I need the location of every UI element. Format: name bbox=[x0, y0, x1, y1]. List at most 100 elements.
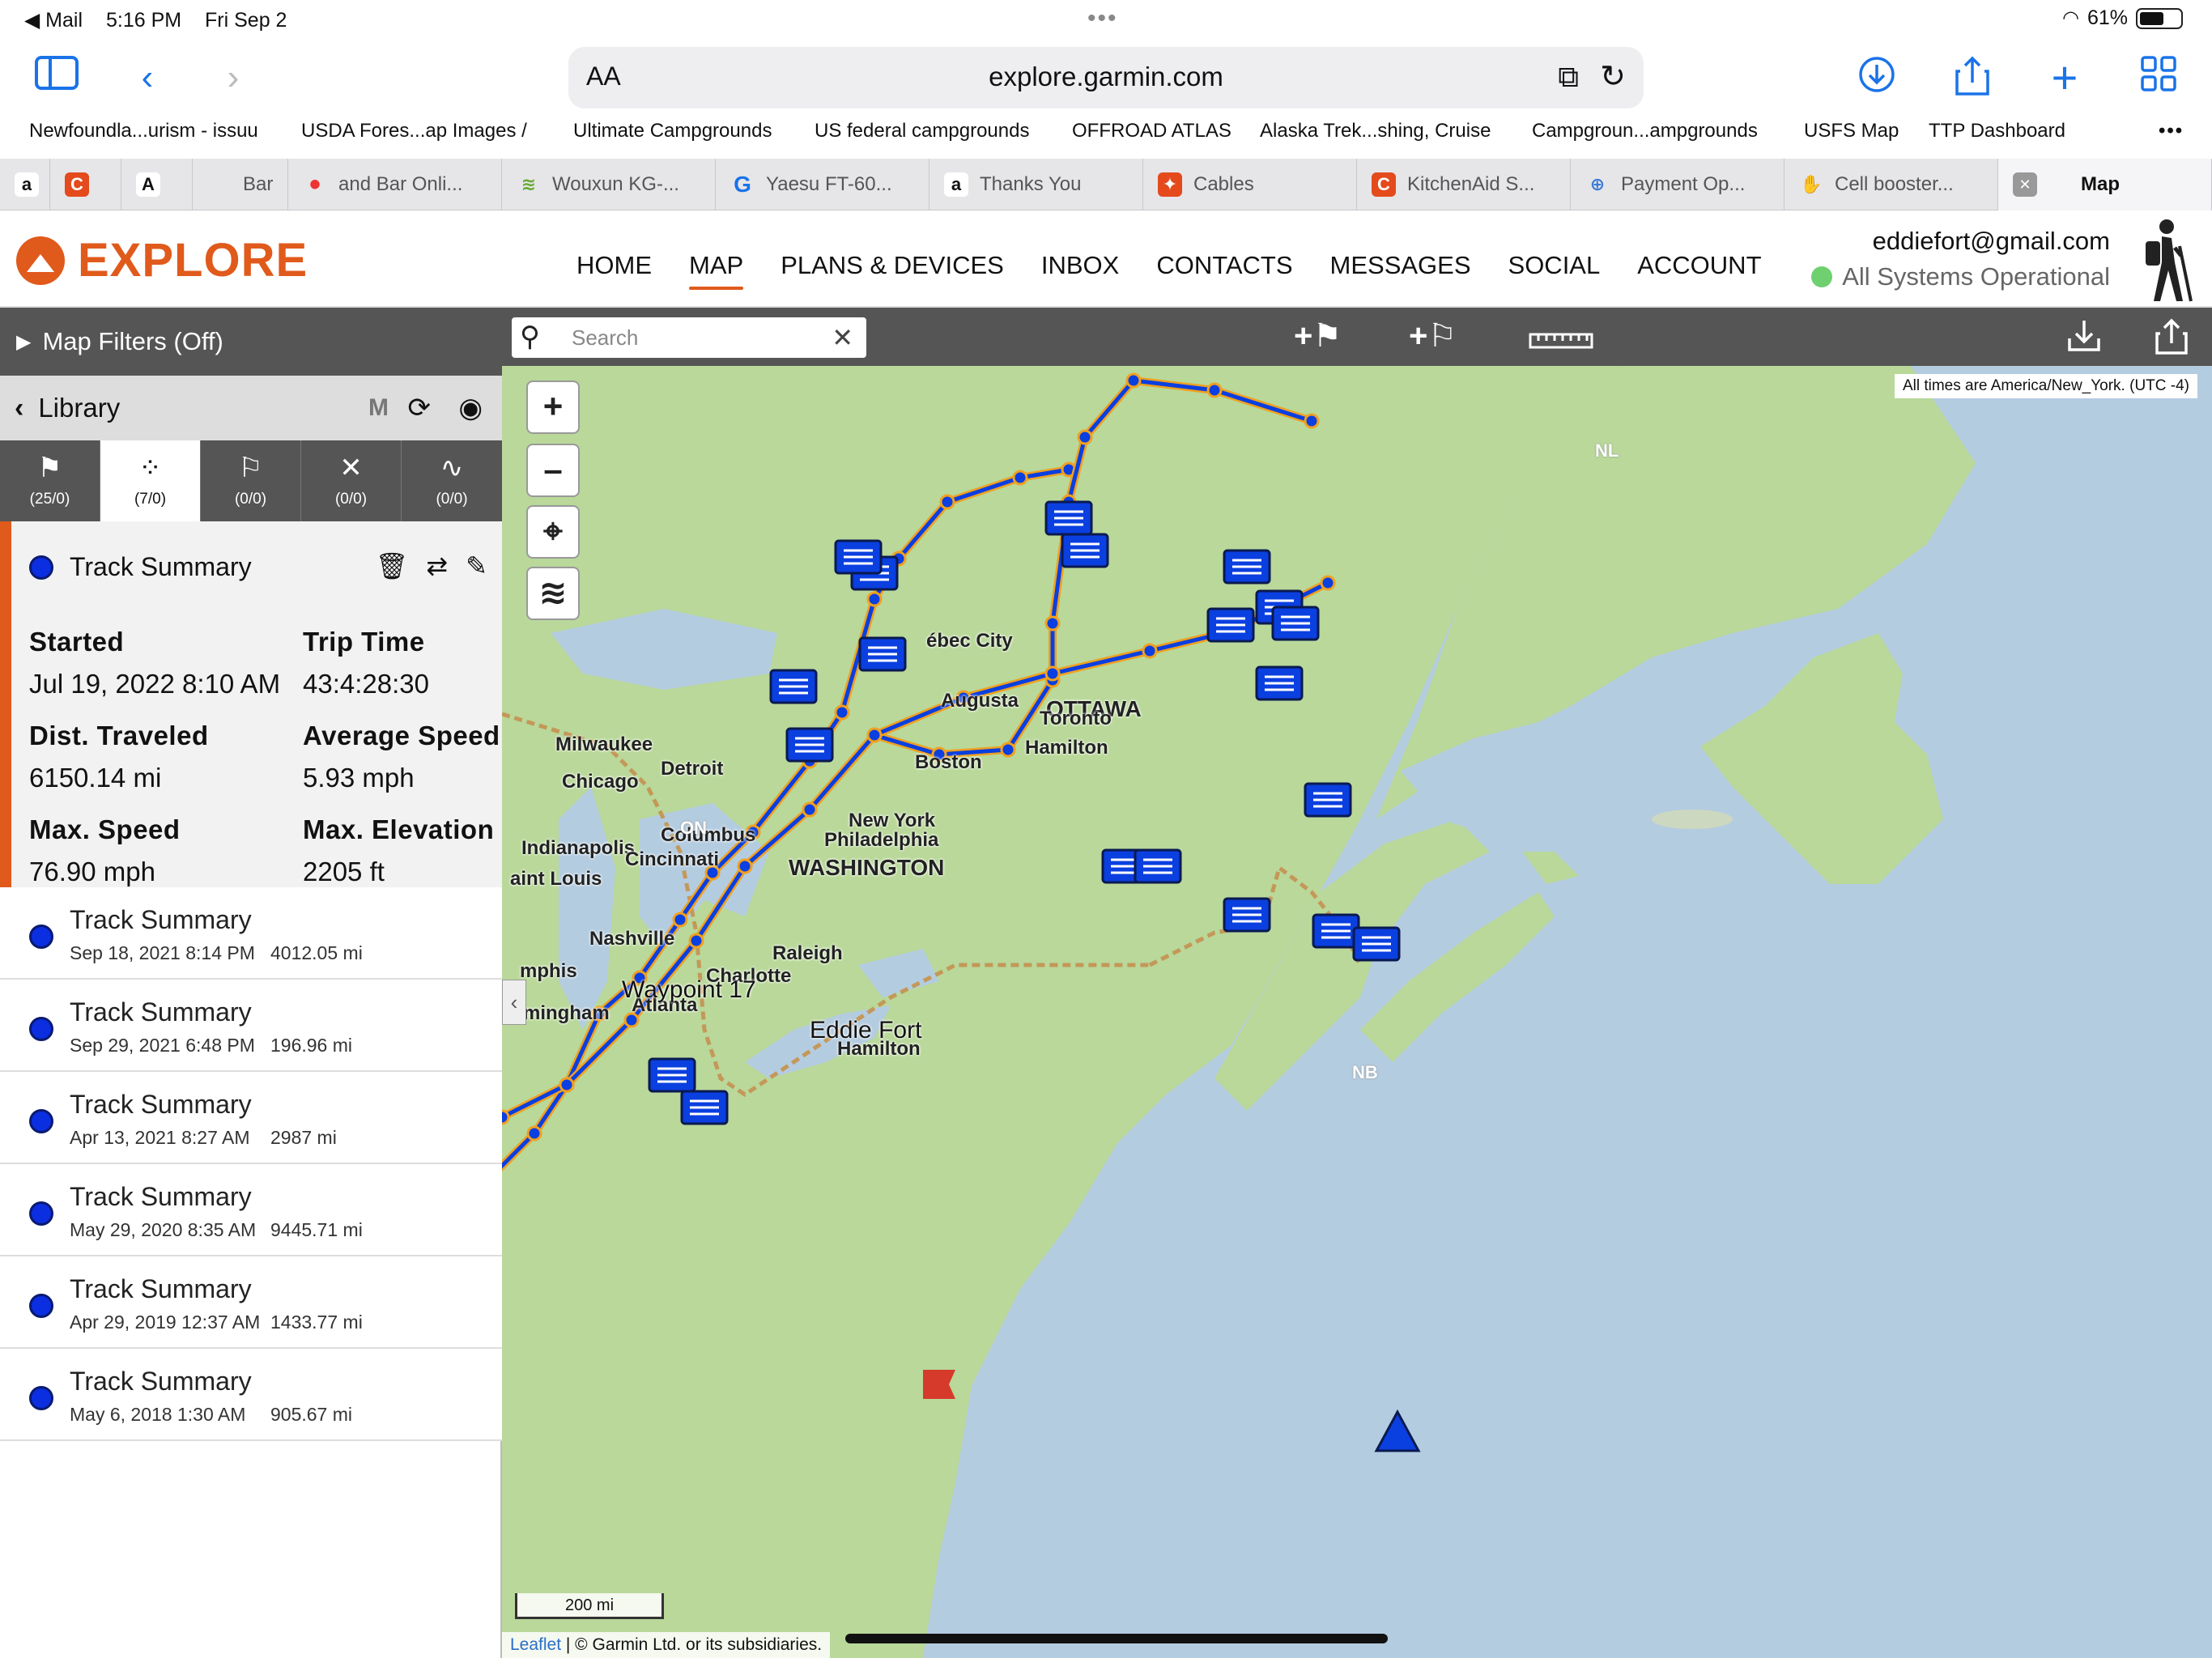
nav-contacts[interactable]: CONTACTS bbox=[1156, 251, 1292, 290]
zoom-out-button[interactable]: – bbox=[526, 444, 580, 497]
track-color-dot[interactable] bbox=[29, 1109, 53, 1133]
selected-track-summary[interactable]: Track Summary 🗑 ⇄ ✎ Started Jul 19, 2022 … bbox=[0, 521, 502, 887]
favorite-link[interactable]: OFFROAD ATLAS bbox=[1072, 120, 1231, 142]
favorite-link[interactable]: TTP Dashboard bbox=[1929, 120, 2065, 142]
delete-trash-icon[interactable]: 🗑 bbox=[376, 551, 409, 581]
track-point[interactable] bbox=[526, 1125, 542, 1141]
track-point[interactable] bbox=[955, 690, 972, 706]
favorite-link[interactable]: Newfoundla...urism - issuu bbox=[29, 120, 258, 142]
favorite-link[interactable]: USDA Fores...ap Images / bbox=[301, 120, 527, 142]
nav-home[interactable]: HOME bbox=[576, 251, 652, 290]
browser-tab[interactable]: G Yaesu FT-60... bbox=[716, 159, 929, 210]
explore-logo[interactable]: EXPLORE bbox=[16, 233, 308, 287]
browser-tab[interactable]: a Thanks You bbox=[929, 159, 1143, 210]
tab-courses[interactable]: ∿ (0/0) bbox=[402, 440, 502, 521]
map-search-box[interactable]: ⚲ Search ✕ bbox=[512, 317, 866, 358]
measure-ruler-icon[interactable] bbox=[1529, 322, 1593, 359]
track-point[interactable] bbox=[1142, 643, 1158, 659]
track-color-dot[interactable] bbox=[29, 1017, 53, 1041]
close-tab-icon[interactable]: ✕ bbox=[2013, 172, 2037, 197]
nav-inbox[interactable]: INBOX bbox=[1041, 251, 1119, 290]
track-point[interactable] bbox=[737, 858, 753, 874]
favorite-link[interactable]: Alaska Trek...shing, Cruise bbox=[1260, 120, 1491, 142]
browser-tab[interactable]: ⊕ Payment Op... bbox=[1571, 159, 1784, 210]
tab-waypoints[interactable]: ⚑ (25/0) bbox=[0, 440, 100, 521]
back-to-app[interactable]: ◀ Mail bbox=[24, 9, 83, 32]
browser-tab-active[interactable]: ✕ Map bbox=[1998, 159, 2212, 210]
favorite-link[interactable]: US federal campgrounds bbox=[815, 120, 1029, 142]
favorite-link[interactable]: Ultimate Campgrounds bbox=[573, 120, 772, 142]
track-point[interactable] bbox=[1077, 429, 1093, 445]
track-point[interactable] bbox=[866, 591, 883, 607]
nav-account[interactable]: ACCOUNT bbox=[1637, 251, 1761, 290]
nav-messages[interactable]: MESSAGES bbox=[1330, 251, 1471, 290]
browser-tab[interactable]: • and Bar Onli... bbox=[288, 159, 502, 210]
track-list-item[interactable]: Track Summary May 6, 2018 1:30 AM 905.67 m… bbox=[0, 1349, 502, 1441]
download-icon[interactable] bbox=[2066, 317, 2102, 361]
url-text[interactable]: explore.garmin.com bbox=[568, 62, 1644, 92]
locate-me-icon[interactable]: ⌖ bbox=[526, 505, 580, 559]
tab-activities[interactable]: ✕ (0/0) bbox=[301, 440, 402, 521]
track-point[interactable] bbox=[1125, 372, 1142, 389]
browser-tab[interactable]: ≋ Wouxun KG-... bbox=[502, 159, 716, 210]
track-point[interactable] bbox=[1044, 615, 1061, 631]
track-point[interactable] bbox=[1206, 382, 1223, 398]
track-list-item[interactable]: Track Summary Sep 29, 2021 6:48 PM 196.96 … bbox=[0, 980, 502, 1072]
hiker-avatar-icon[interactable] bbox=[2126, 217, 2196, 306]
track-point[interactable] bbox=[1044, 665, 1061, 682]
extension-icon[interactable]: ⧉ bbox=[1558, 60, 1579, 95]
system-status[interactable]: All Systems Operational bbox=[1811, 262, 2110, 291]
track-point[interactable] bbox=[1000, 742, 1016, 758]
reverse-arrows-icon[interactable]: ⇄ bbox=[426, 551, 448, 581]
more-favorites-icon[interactable]: ••• bbox=[2159, 120, 2184, 142]
leaflet-link[interactable]: Leaflet bbox=[510, 1635, 561, 1654]
track-point[interactable] bbox=[931, 746, 947, 763]
track-color-dot[interactable] bbox=[29, 925, 53, 949]
tab-overview-icon[interactable] bbox=[2134, 55, 2183, 100]
favorite-link[interactable]: Campgroun...ampgrounds bbox=[1532, 120, 1758, 142]
browser-tab[interactable]: ✦ Cables bbox=[1143, 159, 1357, 210]
layers-icon[interactable]: ≋ bbox=[526, 567, 580, 620]
downloads-icon[interactable] bbox=[1853, 55, 1901, 100]
map-canvas[interactable] bbox=[502, 366, 2212, 1658]
browser-tab[interactable]: Bar bbox=[193, 159, 288, 210]
new-tab-icon[interactable]: + bbox=[2040, 55, 2089, 100]
multitasking-dots-icon[interactable]: ••• bbox=[1087, 5, 1118, 32]
track-point[interactable] bbox=[834, 704, 850, 721]
favorite-link[interactable]: USFS Map bbox=[1804, 120, 1899, 142]
browser-tab[interactable]: ✋ Cell booster... bbox=[1784, 159, 1998, 210]
nav-plans-devices[interactable]: PLANS & DEVICES bbox=[781, 251, 1004, 290]
track-color-dot[interactable] bbox=[29, 1294, 53, 1318]
share-icon[interactable] bbox=[1948, 55, 1997, 100]
track-color-dot[interactable] bbox=[29, 555, 53, 580]
track-list-item[interactable]: Track Summary Sep 18, 2021 8:14 PM 4012.05… bbox=[0, 887, 502, 980]
track-point[interactable] bbox=[688, 933, 704, 949]
track-point[interactable] bbox=[939, 494, 955, 510]
collapse-panel-chevron-icon[interactable]: ‹ bbox=[502, 980, 526, 1025]
address-bar[interactable]: AA explore.garmin.com ⧉ ↻ bbox=[568, 47, 1644, 108]
zoom-in-button[interactable]: + bbox=[526, 380, 580, 434]
share-map-icon[interactable] bbox=[2154, 317, 2189, 364]
browser-tab[interactable]: A bbox=[121, 159, 193, 210]
map-filters-toggle[interactable]: ▶ Map Filters (Off) bbox=[0, 308, 502, 376]
browser-tab[interactable]: a bbox=[0, 159, 50, 210]
track-point[interactable] bbox=[802, 801, 818, 818]
home-indicator[interactable] bbox=[845, 1634, 1388, 1643]
account-email[interactable]: eddiefort@gmail.com bbox=[1811, 227, 2110, 256]
track-point[interactable] bbox=[591, 1005, 607, 1022]
track-point[interactable] bbox=[704, 865, 721, 881]
track-point[interactable] bbox=[745, 824, 761, 840]
track-point[interactable] bbox=[1012, 470, 1028, 486]
nav-map[interactable]: MAP bbox=[689, 251, 744, 290]
sync-icon[interactable]: ⟳ bbox=[408, 392, 432, 424]
track-point[interactable] bbox=[502, 1109, 510, 1125]
track-point[interactable] bbox=[672, 912, 688, 928]
add-waypoint-icon[interactable]: +⚑ bbox=[1294, 317, 1342, 355]
track-point[interactable] bbox=[632, 970, 648, 986]
search-placeholder[interactable]: Search bbox=[572, 325, 638, 351]
forward-chevron-icon[interactable]: › bbox=[209, 55, 257, 100]
track-point[interactable] bbox=[866, 727, 883, 743]
map-view[interactable]: ⚲ Search ✕ +⚑ +⚐ + – ⌖ ≋ ‹ All times are… bbox=[502, 308, 2212, 1658]
track-point[interactable] bbox=[559, 1077, 575, 1093]
browser-tab[interactable]: C KitchenAid S... bbox=[1357, 159, 1571, 210]
